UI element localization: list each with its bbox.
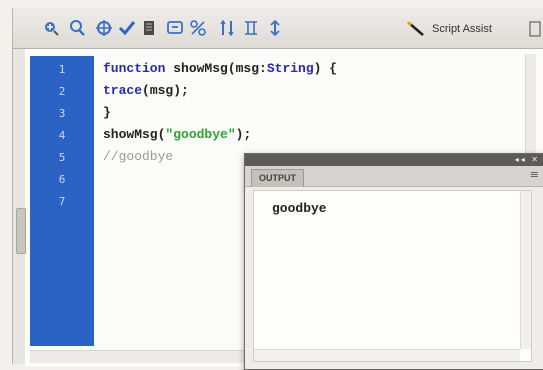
code-hint-icon[interactable] (165, 18, 185, 38)
call-start: showMsg( (103, 127, 166, 142)
output-tab-row: OUTPUT ≡ (245, 166, 543, 187)
output-titlebar[interactable]: ◂◂ ✕ (245, 154, 543, 166)
line-number: 1 (58, 63, 66, 76)
string-literal: "goodbye" (165, 127, 236, 142)
help-icon[interactable] (528, 20, 542, 38)
script-assist-button[interactable]: Script Assist (406, 19, 492, 39)
output-panel: ◂◂ ✕ OUTPUT ≡ goodbye (244, 153, 543, 370)
insert-target-path-icon[interactable] (94, 18, 114, 38)
code-line-1[interactable]: function showMsg(msg:String) { (103, 61, 337, 76)
line-number: 3 (58, 107, 66, 120)
code-line-5[interactable]: //goodbye (103, 149, 173, 164)
tab-output[interactable]: OUTPUT (251, 169, 304, 187)
add-statement-icon[interactable] (41, 18, 61, 38)
actions-toolbar: Script Assist (13, 8, 543, 49)
line-number: 5 (58, 151, 66, 164)
panel-menu-icon[interactable]: ≡ (530, 168, 539, 181)
code-line-3[interactable]: } (103, 105, 111, 120)
line-number: 6 (58, 173, 66, 186)
output-vertical-scrollbar[interactable] (520, 191, 531, 349)
code-line-2[interactable]: trace(msg); (103, 83, 189, 98)
collapse-between-braces-icon[interactable] (217, 18, 237, 38)
function-signature: showMsg(msg: (165, 61, 267, 76)
collapse-selection-icon[interactable] (241, 18, 261, 38)
line-number-gutter: 1 2 3 4 5 6 7 (30, 56, 94, 346)
find-icon[interactable] (67, 18, 87, 38)
line-number: 2 (58, 85, 66, 98)
expand-all-icon[interactable] (265, 18, 285, 38)
check-syntax-icon[interactable] (117, 18, 137, 38)
trace-args: (msg); (142, 83, 189, 98)
line-number: 7 (58, 195, 66, 208)
call-end: ); (235, 127, 252, 142)
output-text-area[interactable]: goodbye (253, 190, 532, 362)
trace-call: trace (103, 83, 143, 98)
magic-wand-icon (406, 20, 424, 36)
signature-end: ) { (313, 61, 338, 76)
keyword-function: function (103, 61, 166, 76)
type-string: String (266, 61, 314, 76)
output-horizontal-scrollbar[interactable] (254, 349, 520, 361)
debug-options-icon[interactable] (188, 18, 208, 38)
script-assist-label: Script Assist (432, 23, 492, 35)
code-line-4[interactable]: showMsg("goodbye"); (103, 127, 251, 142)
auto-format-icon[interactable] (139, 18, 159, 38)
panel-collapse-handle[interactable] (16, 208, 26, 254)
line-number: 4 (58, 129, 66, 142)
output-message: goodbye (272, 201, 327, 216)
panel-window-controls[interactable]: ◂◂ ✕ (515, 155, 540, 164)
